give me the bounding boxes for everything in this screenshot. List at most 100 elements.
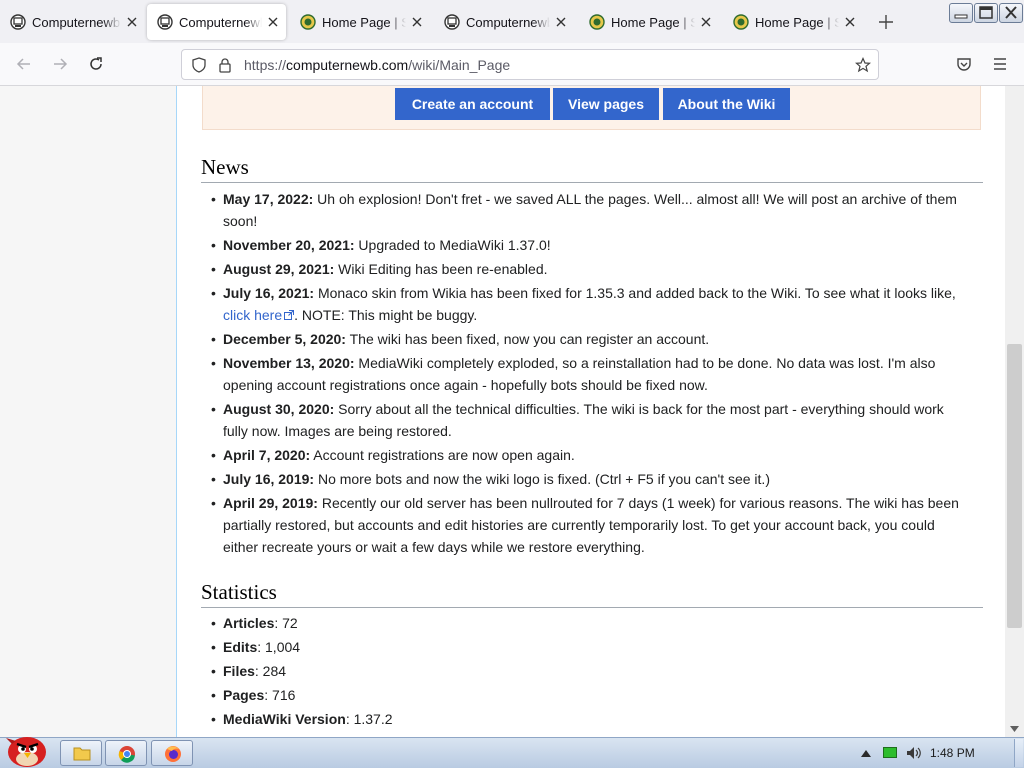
- tab-title: Computernewb: [32, 14, 121, 30]
- news-item: April 7, 2020: Account registrations are…: [201, 444, 971, 466]
- tab-computernewb-3[interactable]: Computernewb: [434, 4, 574, 40]
- statistics-list: Articles: 72 Edits: 1,004 Files: 284 Pag…: [201, 612, 971, 732]
- start-button-icon[interactable]: [4, 732, 50, 768]
- news-date: April 29, 2019:: [223, 495, 318, 511]
- shield-icon: [733, 14, 749, 30]
- news-text: Account registrations are now open again…: [310, 447, 575, 463]
- shield-icon: [300, 14, 316, 30]
- clock[interactable]: 1:48 PM: [930, 746, 975, 760]
- news-text: Monaco skin from Wikia has been fixed fo…: [314, 285, 956, 301]
- close-icon[interactable]: [843, 15, 857, 29]
- new-tab-icon[interactable]: [878, 14, 894, 30]
- shield-icon: [589, 14, 605, 30]
- tab-computernewb-1[interactable]: Computernewb: [0, 4, 145, 40]
- taskbar-explorer-button[interactable]: [60, 740, 102, 766]
- scroll-down-arrow-icon[interactable]: [1010, 726, 1019, 732]
- close-icon: [1005, 6, 1017, 19]
- news-date: December 5, 2020:: [223, 331, 346, 347]
- tab-title: Computernewb: [466, 14, 550, 30]
- taskbar-firefox-button[interactable]: [151, 740, 193, 766]
- tab-home-page-2[interactable]: Home Page | Se: [579, 4, 719, 40]
- url-domain: computernewb.com: [286, 57, 409, 73]
- bookmark-star-icon[interactable]: [855, 57, 871, 73]
- stat-label: Articles: [223, 615, 275, 631]
- news-list: May 17, 2022: Uh oh explosion! Don't fre…: [201, 188, 971, 560]
- volume-icon[interactable]: [906, 746, 922, 760]
- back-arrow-icon[interactable]: [16, 56, 32, 72]
- news-text: . NOTE: This might be buggy.: [294, 307, 478, 323]
- scrollbar-thumb[interactable]: [1007, 344, 1022, 628]
- news-date: November 20, 2021:: [223, 237, 355, 253]
- tab-title: Home Page | Se: [322, 14, 406, 30]
- news-item: August 29, 2021: Wiki Editing has been r…: [201, 258, 971, 280]
- navigation-toolbar: https://computernewb.com/wiki/Main_Page: [0, 43, 1024, 86]
- tab-title: Home Page | Se: [755, 14, 839, 30]
- network-icon[interactable]: [883, 747, 897, 759]
- stat-item: Edits: 1,004: [201, 636, 971, 658]
- wiki-sidebar: [0, 86, 177, 737]
- news-date: April 7, 2020:: [223, 447, 311, 463]
- news-date: August 30, 2020:: [223, 401, 335, 417]
- stat-value: : 1,004: [257, 639, 301, 655]
- news-text: Uh oh explosion! Don't fret - we saved A…: [223, 191, 957, 229]
- maximize-button[interactable]: [974, 3, 998, 23]
- tab-computernewb-2[interactable]: Computernewb: [147, 4, 286, 40]
- stat-item: Files: 284: [201, 660, 971, 682]
- news-text: No more bots and now the wiki logo is fi…: [314, 471, 770, 487]
- news-text: The wiki has been fixed, now you can reg…: [345, 331, 710, 347]
- explorer-icon: [73, 747, 91, 761]
- stat-label: Files: [223, 663, 255, 679]
- show-desktop-button[interactable]: [1014, 739, 1023, 767]
- shield-icon[interactable]: [191, 57, 207, 73]
- news-item: August 30, 2020: Sorry about all the tec…: [201, 398, 971, 442]
- computer-icon: [444, 14, 460, 30]
- taskbar-chrome-button[interactable]: [105, 740, 147, 766]
- reload-icon[interactable]: [88, 56, 104, 72]
- news-date: July 16, 2019:: [223, 471, 315, 487]
- tab-home-page-1[interactable]: Home Page | Se: [290, 4, 430, 40]
- news-date: November 13, 2020:: [223, 355, 355, 371]
- menu-icon[interactable]: [992, 56, 1008, 72]
- url-text[interactable]: https://computernewb.com/wiki/Main_Page: [244, 57, 510, 73]
- about-wiki-button[interactable]: About the Wiki: [663, 88, 790, 120]
- show-hidden-icons-icon[interactable]: [861, 749, 871, 757]
- news-item: November 13, 2020: MediaWiki completely …: [201, 352, 971, 396]
- close-icon[interactable]: [410, 15, 424, 29]
- link-text: click here: [223, 307, 283, 323]
- news-text: Upgraded to MediaWiki 1.37.0!: [354, 237, 551, 253]
- click-here-link[interactable]: click here: [223, 307, 295, 323]
- stat-value: : 284: [254, 663, 287, 679]
- news-item: November 20, 2021: Upgraded to MediaWiki…: [201, 234, 971, 256]
- close-window-button[interactable]: [999, 3, 1023, 23]
- tab-strip: Computernewb Computernewb Home Page | Se…: [0, 0, 1024, 43]
- external-link-icon: [284, 310, 295, 320]
- stat-value: : 1.37.2: [345, 711, 393, 727]
- minimize-icon: [954, 14, 968, 19]
- create-account-button[interactable]: Create an account: [395, 88, 550, 120]
- minimize-button[interactable]: [949, 3, 973, 23]
- vertical-scrollbar[interactable]: [1005, 86, 1024, 737]
- taskbar: 1:48 PM: [0, 737, 1024, 768]
- maximize-icon: [979, 6, 993, 19]
- tab-home-page-3[interactable]: Home Page | Se: [723, 4, 863, 40]
- address-bar[interactable]: https://computernewb.com/wiki/Main_Page: [181, 49, 879, 80]
- computer-icon: [157, 14, 173, 30]
- pocket-icon[interactable]: [956, 56, 972, 72]
- forward-arrow-icon[interactable]: [52, 56, 68, 72]
- news-item: July 16, 2019: No more bots and now the …: [201, 468, 971, 490]
- stat-label: Edits: [223, 639, 258, 655]
- news-text: Recently our old server has been nullrou…: [223, 495, 959, 555]
- news-date: May 17, 2022:: [223, 191, 314, 207]
- view-pages-button[interactable]: View pages: [553, 88, 659, 120]
- close-icon[interactable]: [554, 15, 568, 29]
- url-path: /wiki/Main_Page: [408, 57, 511, 73]
- computer-icon: [10, 14, 26, 30]
- stat-item: Articles: 72: [201, 612, 971, 634]
- close-icon[interactable]: [266, 15, 280, 29]
- news-item: May 17, 2022: Uh oh explosion! Don't fre…: [201, 188, 971, 232]
- close-icon[interactable]: [125, 15, 139, 29]
- lock-icon[interactable]: [217, 57, 233, 73]
- news-text: Wiki Editing has been re-enabled.: [334, 261, 548, 277]
- close-icon[interactable]: [699, 15, 713, 29]
- stat-item: MediaWiki Version: 1.37.2: [201, 708, 971, 730]
